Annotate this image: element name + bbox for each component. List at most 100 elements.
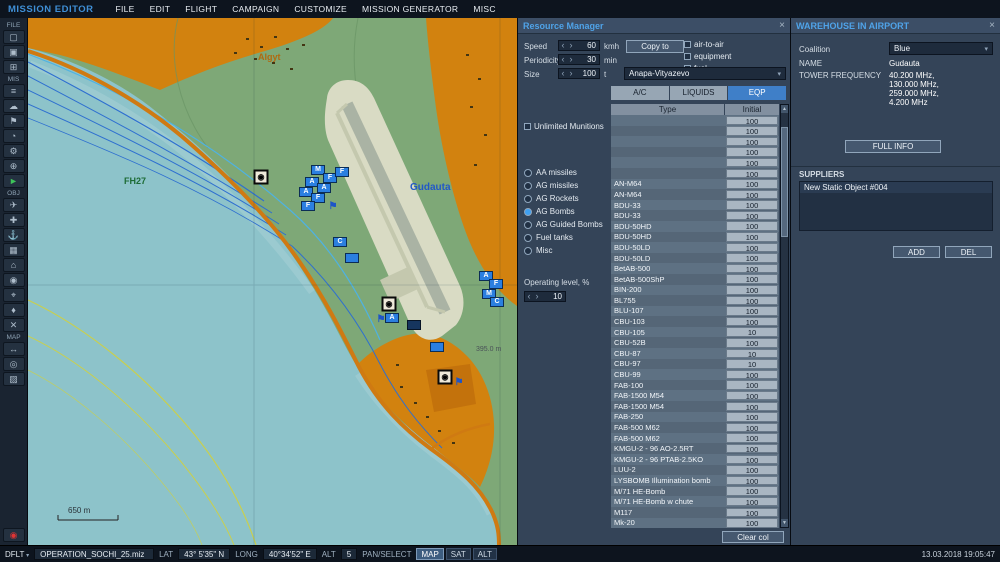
table-row[interactable]: FAB-250 100 xyxy=(611,411,779,423)
time-icon[interactable]: ◔ xyxy=(2,129,25,143)
table-row[interactable]: BetAB-500 100 xyxy=(611,263,779,274)
increment-icon[interactable] xyxy=(567,69,575,78)
scroll-down-icon[interactable] xyxy=(781,519,788,527)
helicopter-icon[interactable]: ✚ xyxy=(2,213,25,227)
initial-quantity-cell[interactable]: 100 xyxy=(726,189,778,200)
map-unit-icon[interactable]: C xyxy=(333,237,347,247)
table-row[interactable]: AN-M64 100 xyxy=(611,178,779,190)
initial-quantity-cell[interactable]: 100 xyxy=(726,306,778,316)
initial-quantity-cell[interactable]: 100 xyxy=(726,274,778,284)
decrement-icon[interactable] xyxy=(559,69,567,78)
initial-column-header[interactable]: Initial xyxy=(725,104,779,115)
type-column-header[interactable]: Type xyxy=(611,104,724,115)
initial-quantity-cell[interactable]: 100 xyxy=(726,369,778,380)
initial-quantity-cell[interactable]: 100 xyxy=(726,263,778,274)
table-row[interactable]: 100 xyxy=(611,167,779,179)
map-layer-button[interactable]: MAP xyxy=(416,548,444,560)
map-unit-icon[interactable]: A xyxy=(385,313,399,323)
initial-quantity-cell[interactable]: 100 xyxy=(726,136,778,147)
map-unit-icon[interactable] xyxy=(437,369,453,385)
initial-quantity-cell[interactable]: 100 xyxy=(726,380,778,390)
category-radio[interactable]: AG Bombs xyxy=(524,205,603,218)
table-row[interactable]: BDU-50LD 100 xyxy=(611,242,779,253)
map-unit-icon[interactable] xyxy=(345,253,359,263)
table-row[interactable]: CBU-52B 100 xyxy=(611,337,779,349)
category-radio[interactable]: AG Guided Bombs xyxy=(524,218,603,231)
category-radio[interactable]: Misc xyxy=(524,244,603,257)
table-row[interactable]: LUU-2 100 xyxy=(611,464,779,476)
initial-quantity-cell[interactable]: 100 xyxy=(726,465,778,475)
initial-quantity-cell[interactable]: 100 xyxy=(726,285,778,295)
increment-icon[interactable] xyxy=(567,55,575,64)
initial-quantity-cell[interactable]: 100 xyxy=(726,443,778,454)
initial-quantity-cell[interactable]: 100 xyxy=(726,126,778,136)
map-canvas[interactable]: MFFAAAFFCAAFMC AlgytGudautaFH27395.0 m65… xyxy=(28,18,517,545)
decrement-icon[interactable] xyxy=(525,292,533,301)
checkbox-box[interactable] xyxy=(524,123,531,130)
operating-level-stepper[interactable]: 10 xyxy=(524,291,566,302)
static-object-icon[interactable]: ⌂ xyxy=(2,258,25,272)
initial-quantity-cell[interactable]: 100 xyxy=(726,518,778,528)
decrement-icon[interactable] xyxy=(559,41,567,50)
initial-quantity-cell[interactable]: 10 xyxy=(726,348,778,359)
tab-ac[interactable]: A/C xyxy=(611,86,669,100)
size-value[interactable]: 100 xyxy=(575,69,599,78)
operating-level-value[interactable]: 10 xyxy=(541,292,565,301)
table-row[interactable]: 100 xyxy=(611,125,779,137)
map-unit-icon[interactable]: F xyxy=(301,201,315,211)
initial-quantity-cell[interactable]: 100 xyxy=(726,496,778,507)
close-icon[interactable] xyxy=(989,21,995,31)
radio-dot[interactable] xyxy=(524,220,532,229)
map-unit-icon[interactable] xyxy=(430,342,444,352)
initial-quantity-cell[interactable]: 100 xyxy=(726,221,778,231)
alt-layer-button[interactable]: ALT xyxy=(472,548,497,560)
table-row[interactable]: FAB-100 100 xyxy=(611,379,779,391)
farp-icon[interactable]: ♦ xyxy=(2,303,25,317)
equipment-checkbox[interactable]: equipment xyxy=(684,52,788,61)
menu-file[interactable]: FILE xyxy=(115,4,134,14)
destination-airport-dropdown[interactable]: Anapa-Vityazevo xyxy=(624,67,786,80)
category-radio[interactable]: AA missiles xyxy=(524,166,603,179)
initial-quantity-cell[interactable]: 100 xyxy=(726,147,778,157)
initial-quantity-cell[interactable]: 100 xyxy=(726,157,778,168)
initial-quantity-cell[interactable]: 100 xyxy=(726,253,778,263)
table-row[interactable]: BDU-33 100 xyxy=(611,210,779,221)
initial-quantity-cell[interactable]: 100 xyxy=(726,401,778,412)
initial-quantity-cell[interactable]: 100 xyxy=(726,210,778,221)
mode-dropdown[interactable]: DFLT xyxy=(5,550,29,559)
speed-value[interactable]: 60 xyxy=(575,41,599,50)
table-row[interactable]: BDU-50LD 100 xyxy=(611,252,779,264)
menu-mission-generator[interactable]: MISSION GENERATOR xyxy=(362,4,458,14)
exit-icon[interactable]: ◉ xyxy=(2,528,25,542)
snap-view-icon[interactable]: ◎ xyxy=(2,357,25,371)
vehicle-icon[interactable]: ▦ xyxy=(2,243,25,257)
initial-quantity-cell[interactable]: 100 xyxy=(726,179,778,189)
periodicity-stepper[interactable]: 30 xyxy=(558,54,600,65)
category-radio[interactable]: AG missiles xyxy=(524,179,603,192)
decrement-icon[interactable] xyxy=(559,55,567,64)
table-row[interactable]: 100 xyxy=(611,146,779,158)
table-row[interactable]: BLU-107 100 xyxy=(611,305,779,317)
table-row[interactable]: KMGU-2 - 96 AO-2.5RT 100 xyxy=(611,443,779,454)
initial-quantity-cell[interactable]: 100 xyxy=(726,390,778,401)
delete-icon[interactable]: ✕ xyxy=(2,318,25,332)
trigger-zone-icon[interactable]: ◉ xyxy=(2,273,25,287)
map-unit-icon[interactable] xyxy=(454,377,464,389)
map-layers-icon[interactable]: ▨ xyxy=(2,372,25,386)
radio-dot[interactable] xyxy=(524,246,532,255)
table-row[interactable]: 100 xyxy=(611,157,779,168)
goals-icon[interactable]: ⚑ xyxy=(2,114,25,128)
open-mission-icon[interactable]: ▣ xyxy=(2,45,25,59)
copy-to-button[interactable]: Copy to xyxy=(626,40,684,53)
menu-campaign[interactable]: CAMPAIGN xyxy=(232,4,279,14)
size-stepper[interactable]: 100 xyxy=(558,68,600,79)
briefing-icon[interactable]: ≡ xyxy=(2,84,25,98)
table-row[interactable]: BetAB-500ShP 100 xyxy=(611,273,779,285)
periodicity-value[interactable]: 30 xyxy=(575,55,599,64)
weather-icon[interactable]: ☁ xyxy=(2,99,25,113)
initial-quantity-cell[interactable]: 100 xyxy=(726,475,778,486)
speed-stepper[interactable]: 60 xyxy=(558,40,600,51)
table-row[interactable]: BDU-50HD 100 xyxy=(611,231,779,243)
table-row[interactable]: 100 xyxy=(611,136,779,147)
map-unit-icon[interactable]: C xyxy=(490,297,504,307)
